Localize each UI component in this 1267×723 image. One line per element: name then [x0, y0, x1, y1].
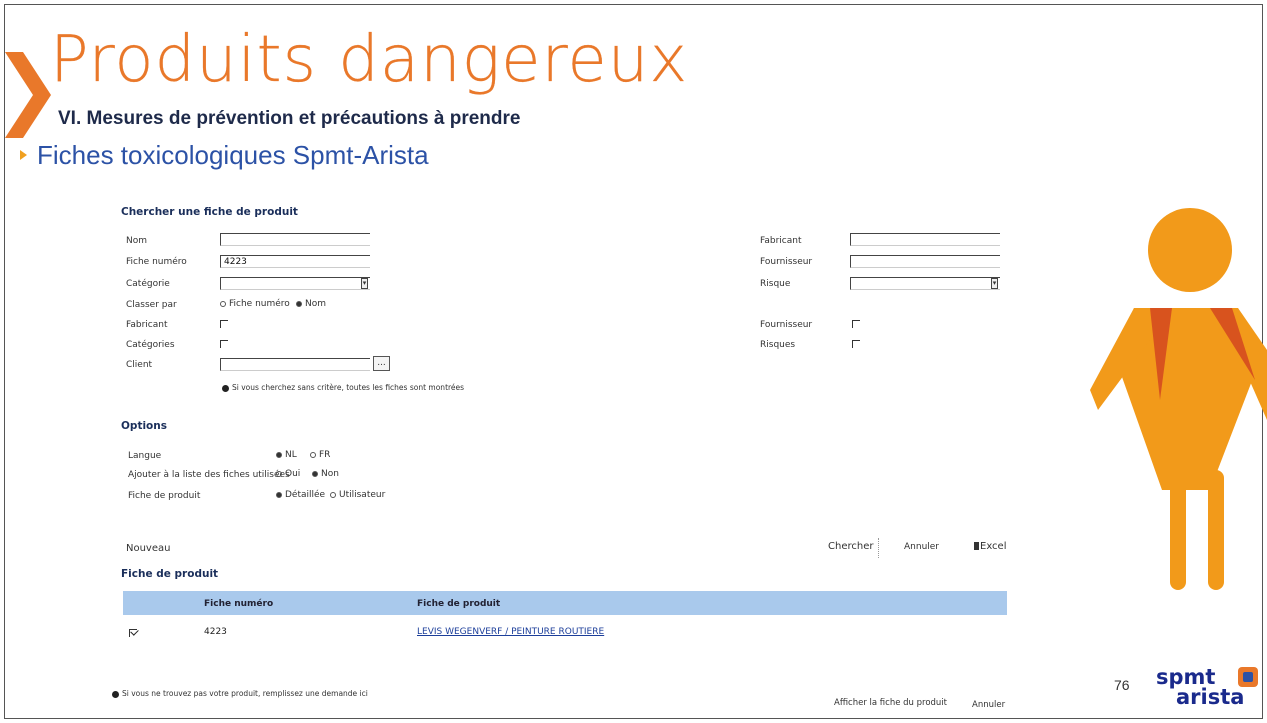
- r-risques-label: Risques: [760, 340, 796, 350]
- radio-icon: [276, 470, 282, 477]
- langue-fr-label: FR: [319, 450, 331, 460]
- langue-fr-radio[interactable]: FR: [310, 450, 330, 460]
- client-label: Client: [126, 360, 153, 370]
- spmt-arista-logo: spmt arista: [1148, 665, 1263, 711]
- ajouter-non-radio[interactable]: Non: [312, 469, 339, 479]
- radio-icon: [330, 491, 336, 498]
- result-row-num: 4223: [204, 627, 227, 637]
- search-info: Si vous cherchez sans critère, toutes le…: [222, 383, 464, 392]
- classer-nom-label: Nom: [305, 299, 327, 309]
- result-row-product-link[interactable]: LEVIS WEGENVERF / PEINTURE ROUTIERE: [417, 627, 604, 637]
- radio-icon: [220, 300, 226, 307]
- footer-info-text[interactable]: Si vous ne trouvez pas votre produit, re…: [122, 689, 368, 698]
- categorie-label: Catégorie: [126, 279, 170, 289]
- fiche-detaillee-radio[interactable]: Détaillée: [276, 490, 325, 500]
- fiche-utilisateur-label: Utilisateur: [339, 490, 386, 500]
- col-fiche-numero[interactable]: Fiche numéro: [204, 599, 273, 609]
- results-heading: Fiche de produit: [121, 568, 219, 580]
- options-heading: Options: [121, 420, 167, 432]
- slide-title: Produits dangereux: [50, 23, 689, 97]
- fabricant-checkbox[interactable]: [220, 320, 228, 328]
- radio-selected-icon: [296, 300, 302, 307]
- separator: [878, 538, 880, 558]
- ajouter-oui-radio[interactable]: Oui: [276, 469, 300, 479]
- client-browse-button[interactable]: ...: [373, 356, 390, 371]
- logo-mark-icon: [1238, 667, 1258, 687]
- ajouter-label: Ajouter à la liste des fiches utilisées: [128, 470, 290, 480]
- fabricant-input[interactable]: [850, 233, 1000, 246]
- fabricant-chk-label: Fabricant: [126, 320, 168, 330]
- client-input[interactable]: [220, 358, 370, 371]
- fiche-utilisateur-radio[interactable]: Utilisateur: [330, 490, 385, 500]
- ajouter-non-label: Non: [321, 469, 339, 479]
- footer-info: Si vous ne trouvez pas votre produit, re…: [112, 689, 368, 698]
- search-heading: Chercher une fiche de produit: [121, 206, 298, 218]
- risques-checkbox[interactable]: [852, 340, 860, 348]
- excel-button[interactable]: Excel: [974, 541, 1007, 552]
- langue-nl-label: NL: [285, 450, 297, 460]
- risque-select[interactable]: [850, 277, 1000, 290]
- fiche-numero-input[interactable]: 4223: [220, 255, 370, 268]
- langue-label: Langue: [128, 451, 162, 461]
- logo-text-bottom: arista: [1176, 685, 1245, 709]
- search-info-text: Si vous cherchez sans critère, toutes le…: [232, 383, 465, 392]
- info-icon: [222, 384, 229, 392]
- fiche-numero-label: Fiche numéro: [126, 257, 187, 267]
- radio-selected-icon: [276, 451, 282, 458]
- orange-chevron-icon: [5, 52, 51, 138]
- classer-par-label: Classer par: [126, 300, 177, 310]
- col-fiche-produit[interactable]: Fiche de produit: [417, 599, 500, 609]
- result-row-checkbox[interactable]: [129, 629, 137, 637]
- radio-selected-icon: [276, 491, 282, 498]
- footer-annuler-button[interactable]: Annuler: [972, 700, 1005, 710]
- ajouter-oui-label: Oui: [285, 469, 301, 479]
- fournisseur-checkbox[interactable]: [852, 320, 860, 328]
- nouveau-link[interactable]: Nouveau: [126, 543, 170, 554]
- afficher-button[interactable]: Afficher la fiche du produit: [834, 698, 947, 708]
- categories-checkbox[interactable]: [220, 340, 228, 348]
- classer-nom-radio[interactable]: Nom: [296, 299, 326, 309]
- nom-label: Nom: [126, 236, 148, 246]
- fiche-detaillee-label: Détaillée: [285, 490, 326, 500]
- r-fournisseur-label: Fournisseur: [760, 257, 813, 267]
- r-fournisseur-chk-label: Fournisseur: [760, 320, 813, 330]
- slide-subtitle: VI. Mesures de prévention et précautions…: [58, 108, 521, 129]
- section-title: Fiches toxicologiques Spmt-Arista: [37, 140, 429, 170]
- r-fabricant-label: Fabricant: [760, 236, 802, 246]
- fiche-produit-label: Fiche de produit: [128, 491, 201, 501]
- classer-fiche-radio[interactable]: Fiche numéro: [220, 299, 290, 309]
- info-icon: [112, 690, 119, 698]
- r-risque-label: Risque: [760, 279, 791, 289]
- chevron-down-icon[interactable]: ▾: [361, 278, 368, 289]
- fournisseur-input[interactable]: [850, 255, 1000, 268]
- radio-selected-icon: [312, 470, 318, 477]
- annuler-button[interactable]: Annuler: [904, 542, 939, 552]
- bullet-icon: [20, 150, 27, 160]
- page-number: 76: [1114, 677, 1130, 693]
- person-figure-icon: [1090, 208, 1267, 590]
- excel-icon: [974, 542, 979, 550]
- categories-label: Catégories: [126, 340, 175, 350]
- chercher-button[interactable]: Chercher: [828, 541, 873, 552]
- excel-label: Excel: [980, 541, 1007, 552]
- classer-fiche-label: Fiche numéro: [229, 299, 290, 309]
- radio-icon: [310, 451, 316, 458]
- nom-input[interactable]: [220, 233, 370, 246]
- langue-nl-radio[interactable]: NL: [276, 450, 297, 460]
- chevron-down-icon[interactable]: ▾: [991, 278, 998, 289]
- categorie-select[interactable]: [220, 277, 370, 290]
